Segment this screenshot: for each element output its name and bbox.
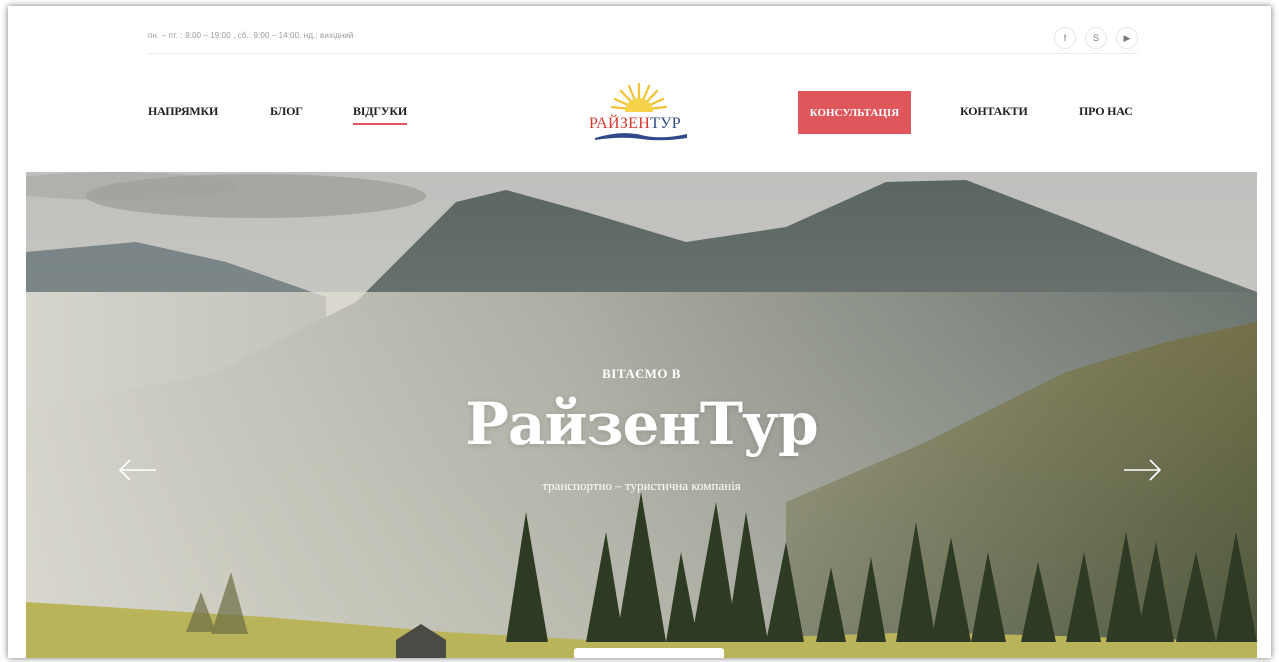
logo-text-part2: ТУР — [650, 115, 682, 132]
hero-subtitle: ВІТАЄМО В — [602, 366, 681, 381]
youtube-icon[interactable]: ▶ — [1116, 27, 1138, 49]
working-hours: пн. – пт. : 9:00 – 19:00 , сб.: 9:00 – 1… — [148, 31, 354, 40]
facebook-icon[interactable]: f — [1054, 27, 1076, 49]
nav-contacts[interactable]: КОНТАКТИ — [960, 104, 1028, 119]
nav-blog[interactable]: БЛОГ — [270, 104, 303, 119]
nav-about[interactable]: ПРО НАС — [1079, 104, 1133, 119]
consultation-button[interactable]: КОНСУЛЬТАЦІЯ — [798, 91, 911, 134]
social-links: f S ▶ — [1054, 27, 1138, 49]
logo-text: РАЙЗЕНТУР — [589, 115, 681, 133]
page-frame: пн. – пт. : 9:00 – 19:00 , сб.: 9:00 – 1… — [8, 6, 1271, 658]
arrow-left-icon[interactable] — [116, 456, 160, 484]
nav-reviews[interactable]: ВІДГУКИ — [353, 104, 407, 125]
hero-slider: ВІТАЄМО В РайзенТур транспортно – турист… — [26, 172, 1257, 658]
logo-text-part1: РАЙЗЕН — [589, 115, 651, 132]
arrow-right-icon[interactable] — [1120, 456, 1164, 484]
hero-title: РайзенТур — [465, 390, 818, 458]
site-logo[interactable]: РАЙЗЕНТУР — [581, 80, 701, 142]
skype-icon[interactable]: S — [1085, 27, 1107, 49]
top-info-bar: пн. – пт. : 9:00 – 19:00 , сб.: 9:00 – 1… — [148, 24, 1138, 54]
slider-bottom-tab — [574, 648, 724, 658]
hero-tagline: транспортно – туристична компанія — [542, 478, 741, 493]
nav-directions[interactable]: НАПРЯМКИ — [148, 104, 218, 119]
